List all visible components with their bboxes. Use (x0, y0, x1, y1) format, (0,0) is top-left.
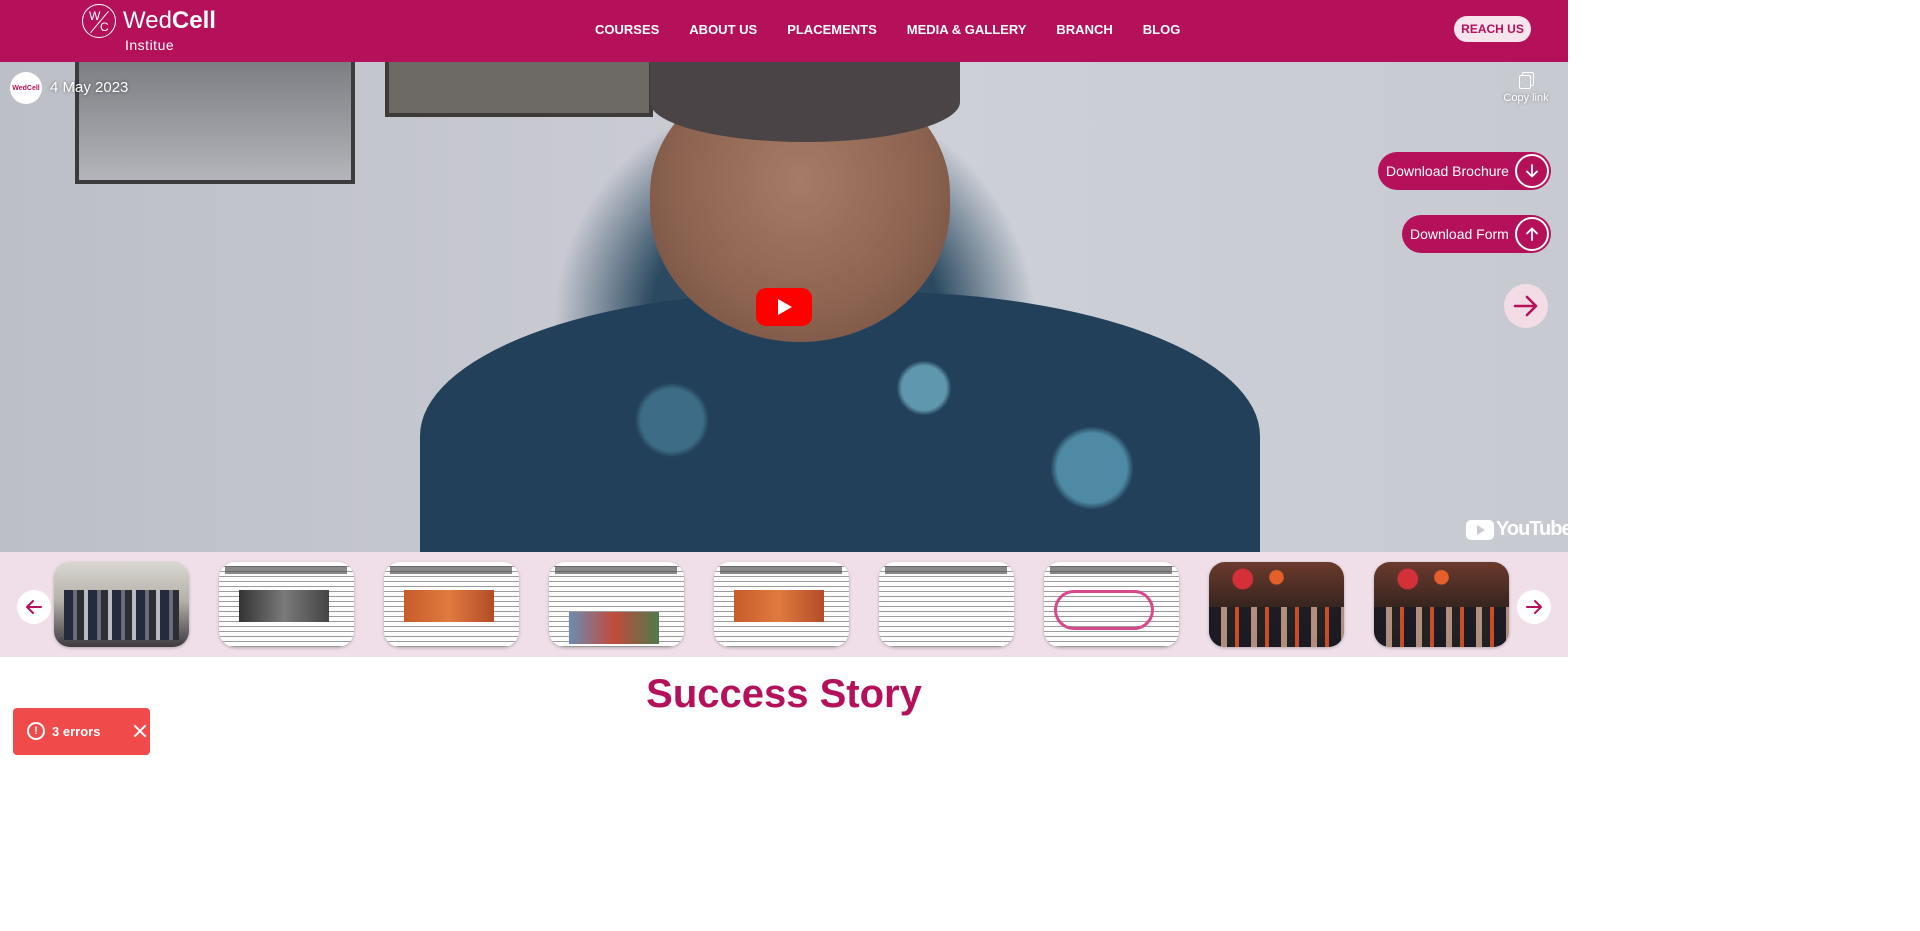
reach-us-button[interactable]: REACH US (1454, 16, 1531, 42)
error-toast[interactable]: ! 3 errors (13, 708, 150, 755)
nav-about-us[interactable]: ABOUT US (689, 22, 757, 37)
nav-courses[interactable]: COURSES (595, 22, 659, 37)
copy-link-label: Copy link (1503, 92, 1549, 104)
arrow-down-icon (1515, 154, 1549, 188)
arrow-right-icon (1513, 295, 1538, 317)
gallery-thumb-news-1[interactable] (219, 562, 354, 647)
channel-avatar[interactable]: WedCell (10, 72, 42, 104)
download-form-label: Download Form (1410, 226, 1509, 242)
error-icon: ! (27, 722, 45, 740)
site-header: W C WedCell Institue COURSES ABOUT US PL… (0, 0, 1568, 62)
play-icon[interactable] (756, 288, 812, 326)
gallery-thumb-news-5[interactable] (879, 562, 1014, 647)
youtube-logo[interactable]: YouTube (1466, 518, 1568, 541)
download-brochure-button[interactable]: Download Brochure (1378, 152, 1551, 190)
arrow-left-icon (26, 600, 42, 614)
nav-branch[interactable]: BRANCH (1056, 22, 1112, 37)
brand-subtitle: Institue (125, 37, 175, 53)
nav-blog[interactable]: BLOG (1143, 22, 1181, 37)
video-player[interactable]: WedCell 4 May 2023 Copy link YouTube (0, 62, 1568, 552)
arrow-right-icon (1526, 600, 1542, 614)
brand-name: WedCell (123, 7, 216, 34)
gallery-thumb-news-2[interactable] (384, 562, 519, 647)
nav-media-gallery[interactable]: MEDIA & GALLERY (907, 22, 1027, 37)
video-subject-hair (650, 62, 960, 142)
main-nav: COURSES ABOUT US PLACEMENTS MEDIA & GALL… (595, 22, 1180, 37)
arrow-up-icon (1515, 217, 1549, 251)
success-story-title: Success Story (646, 672, 922, 716)
video-date: 4 May 2023 (50, 79, 129, 96)
gallery-thumb-news-4[interactable] (714, 562, 849, 647)
copy-link-button[interactable]: Copy link (1500, 72, 1552, 104)
nav-placements[interactable]: PLACEMENTS (787, 22, 877, 37)
download-brochure-label: Download Brochure (1386, 163, 1509, 179)
gallery-next-button[interactable] (1517, 590, 1551, 624)
background-frame (385, 62, 653, 117)
next-arrow-button[interactable] (1504, 284, 1548, 328)
download-form-button[interactable]: Download Form (1402, 215, 1551, 253)
gallery-thumb-news-3[interactable] (549, 562, 684, 647)
close-icon[interactable] (132, 723, 148, 739)
gallery-thumb-event-1[interactable] (1209, 562, 1344, 647)
gallery-thumb-event-2[interactable] (1374, 562, 1509, 647)
copy-icon (1519, 72, 1534, 89)
gallery-thumb-news-6[interactable] (1044, 562, 1179, 647)
brand-logo[interactable]: W C WedCell Institue (82, 4, 232, 54)
gallery-prev-button[interactable] (17, 590, 51, 624)
youtube-play-icon (1466, 519, 1494, 540)
error-count: 3 errors (52, 724, 101, 739)
gallery-strip (0, 552, 1568, 657)
gallery-thumb-group-photo[interactable] (54, 562, 189, 647)
logo-mark-icon: W C (82, 4, 116, 38)
